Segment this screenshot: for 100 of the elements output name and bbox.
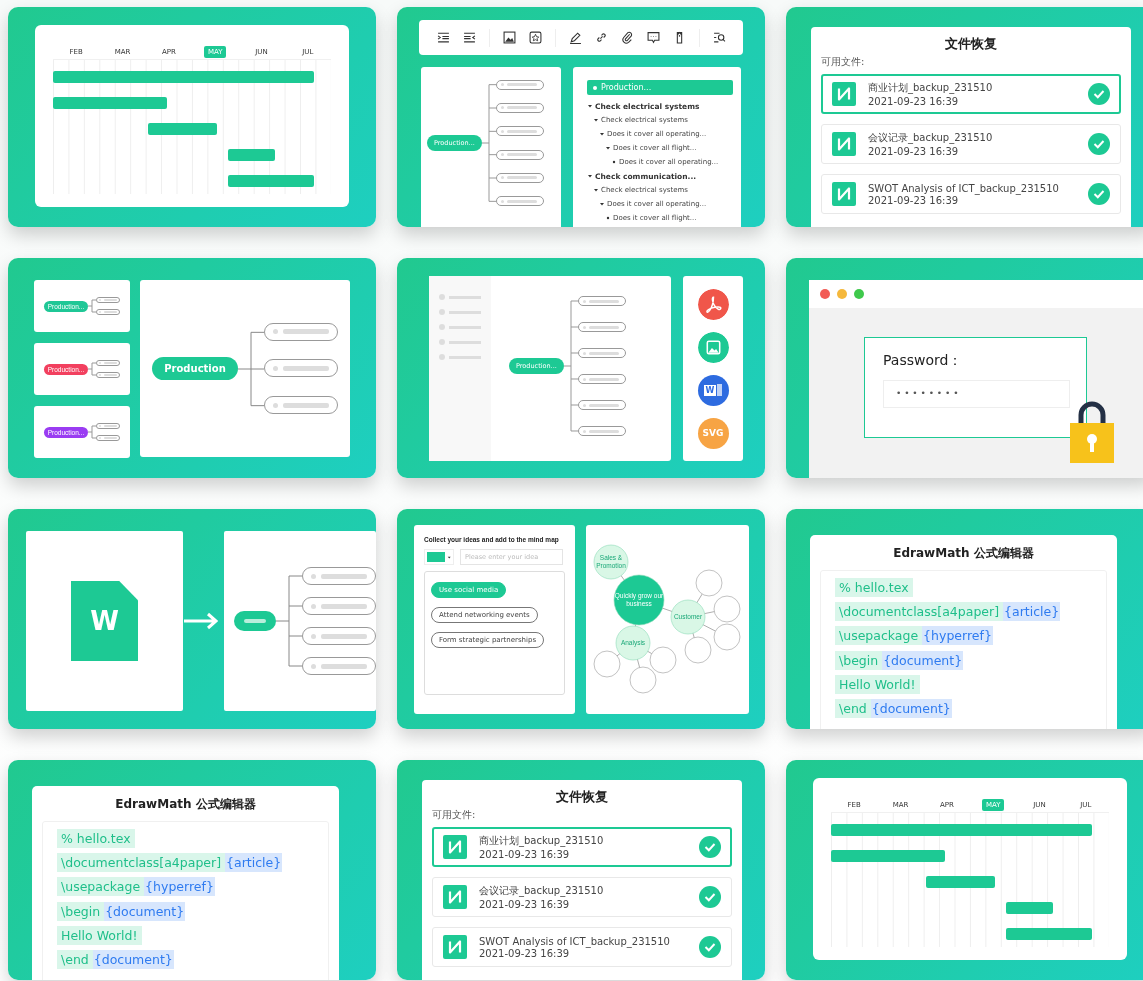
topic-node[interactable] — [495, 172, 544, 183]
check-circle-icon — [1088, 183, 1110, 205]
task-bar[interactable] — [1006, 902, 1054, 914]
app-logo-icon — [832, 132, 856, 156]
code-line: \end {document} — [835, 698, 952, 719]
app-logo-icon — [443, 885, 467, 909]
topic-node — [96, 435, 121, 441]
files-label: 可用文件: — [432, 808, 477, 822]
caret-icon[interactable] — [605, 145, 611, 151]
app-logo-icon — [832, 82, 856, 106]
maximize-button[interactable] — [854, 289, 864, 299]
topic-node[interactable] — [263, 322, 338, 341]
file-name: 商业计划_backup_231510 — [479, 834, 605, 848]
file-name: 会议记录_backup_231510 — [868, 131, 994, 145]
backup-file-row[interactable]: 商业计划_backup_231510 2021-09-23 16:39 — [432, 827, 732, 867]
dialog-title: 文件恢复 — [555, 788, 609, 806]
file-time: 2021-09-23 16:39 — [868, 96, 960, 107]
topic-node — [96, 297, 121, 303]
topic-node[interactable] — [495, 196, 544, 207]
topic-node[interactable] — [302, 567, 376, 585]
topic-node — [96, 360, 121, 366]
file-time: 2021-09-23 16:39 — [868, 146, 960, 157]
image-icon[interactable] — [502, 31, 516, 44]
caret-icon[interactable] — [599, 131, 605, 137]
star-icon[interactable] — [528, 31, 542, 44]
topic-node — [96, 309, 121, 315]
code-line: \documentclass[a4paper] {article} — [57, 852, 283, 873]
topic-node[interactable] — [495, 103, 544, 113]
comment-icon[interactable] — [646, 31, 660, 44]
topic-node[interactable] — [263, 396, 338, 415]
backup-file-row[interactable]: 会议记录_backup_231510 2021-09-23 16:39 — [432, 877, 732, 917]
check-circle-icon — [1088, 83, 1110, 105]
topic-node[interactable] — [577, 374, 626, 384]
topic-node[interactable] — [577, 322, 626, 332]
file-name: 会议记录_backup_231510 — [479, 884, 605, 898]
check-circle-icon — [1088, 133, 1110, 155]
topic-node[interactable] — [495, 126, 544, 137]
file-name: SWOT Analysis of ICT_backup_231510 — [868, 182, 1060, 194]
topic-node[interactable] — [302, 597, 376, 615]
topic-node[interactable] — [302, 657, 376, 675]
bullet-icon — [605, 215, 611, 221]
backup-file-row[interactable]: 会议记录_backup_231510 2021-09-23 16:39 — [821, 124, 1121, 164]
pdf-icon[interactable] — [697, 288, 729, 320]
topic-node[interactable] — [495, 149, 544, 160]
indent-icon[interactable] — [436, 31, 450, 44]
paperclip-icon[interactable] — [620, 31, 634, 44]
list-item-placeholder — [439, 339, 483, 345]
password-field[interactable]: • • • • • • • • — [883, 380, 1070, 408]
pen-icon[interactable] — [568, 31, 582, 44]
topic-node[interactable] — [577, 296, 626, 306]
link-icon[interactable] — [594, 31, 608, 44]
password-label: Password： — [883, 352, 964, 370]
close-button[interactable] — [820, 289, 830, 299]
color-picker[interactable] — [424, 549, 454, 565]
check-circle-icon — [699, 886, 721, 908]
list-item-placeholder — [439, 324, 483, 330]
bullet-icon — [611, 159, 617, 165]
backup-file-row[interactable]: 商业计划_backup_231510 2021-09-23 16:39 — [821, 74, 1121, 114]
caret-icon[interactable] — [587, 103, 593, 109]
check-circle-icon — [699, 936, 721, 958]
topic-node[interactable] — [263, 359, 338, 378]
check-circle-icon — [699, 836, 721, 858]
word-format-button[interactable]: W — [697, 374, 729, 406]
files-label: 可用文件: — [821, 55, 866, 69]
minimize-button[interactable] — [837, 289, 847, 299]
file-time: 2021-09-23 16:39 — [479, 947, 570, 959]
file-name: 商业计划_backup_231510 — [868, 81, 994, 95]
topic-node — [96, 423, 121, 429]
code-line: \usepackage {hyperref} — [835, 625, 993, 646]
code-line: \begin {document} — [57, 901, 186, 922]
list-item-placeholder — [439, 354, 483, 360]
caret-icon[interactable] — [599, 201, 605, 207]
editor-title: EdrawMath 公式编辑器 — [114, 796, 257, 813]
search-icon[interactable] — [712, 31, 726, 44]
backup-file-row[interactable]: SWOT Analysis of ICT_backup_231510 2021-09-23 16:39 — [432, 927, 732, 967]
word-document-icon: W — [71, 581, 138, 661]
file-time: 2021-09-23 16:39 — [479, 849, 571, 860]
file-name: SWOT Analysis of ICT_backup_231510 — [479, 935, 671, 947]
code-line: \usepackage {hyperref} — [57, 876, 215, 897]
editor-title: EdrawMath 公式编辑器 — [892, 545, 1035, 562]
topic-node[interactable] — [495, 79, 544, 90]
caret-icon[interactable] — [593, 117, 599, 123]
file-time: 2021-09-23 16:39 — [479, 899, 571, 910]
app-logo-icon — [443, 935, 467, 959]
dialog-title: 文件恢复 — [944, 35, 998, 53]
code-line: \documentclass[a4paper] {article} — [835, 601, 1061, 622]
caret-icon[interactable] — [593, 187, 599, 193]
file-time: 2021-09-23 16:39 — [868, 194, 959, 206]
list-item-placeholder — [439, 309, 483, 315]
outdent-icon[interactable] — [462, 31, 476, 44]
topic-node[interactable] — [577, 426, 626, 436]
backup-file-row[interactable]: SWOT Analysis of ICT_backup_231510 2021-09-23 16:39 — [821, 174, 1121, 214]
caret-icon[interactable] — [587, 173, 593, 179]
topic-node[interactable] — [577, 400, 626, 410]
list-item-placeholder — [439, 294, 483, 300]
topic-node[interactable] — [302, 627, 376, 645]
task-bar[interactable] — [228, 149, 276, 161]
app-logo-icon — [832, 182, 856, 206]
topic-node[interactable] — [577, 348, 626, 358]
root-topic[interactable] — [234, 611, 276, 631]
